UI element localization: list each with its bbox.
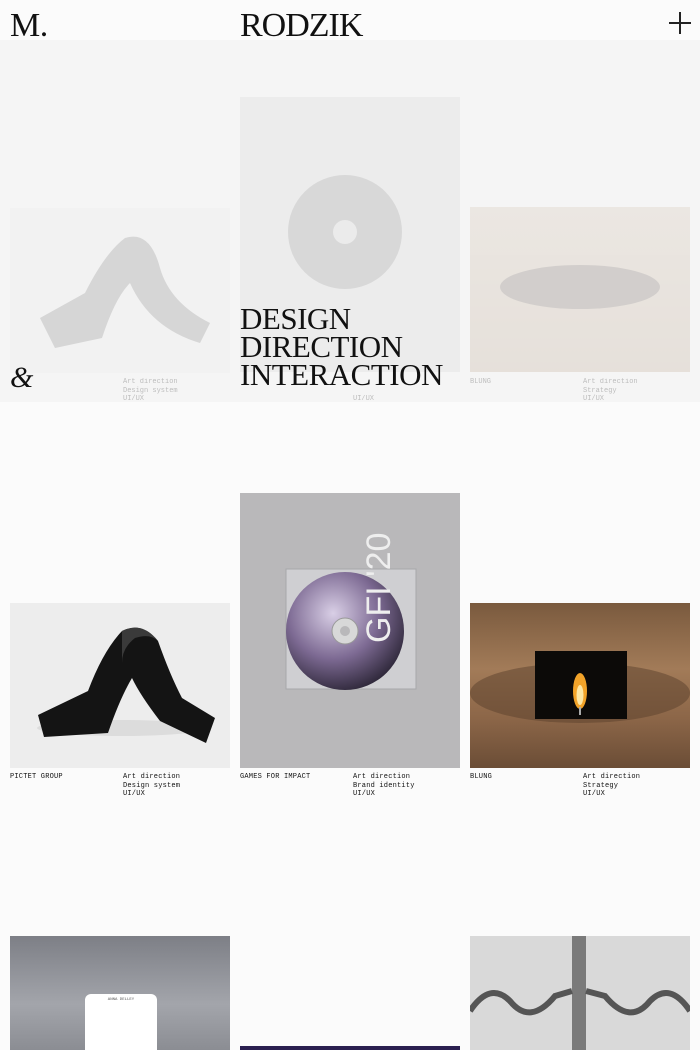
dark-image[interactable]	[240, 1046, 460, 1050]
project-client[interactable]: BLUNG	[470, 773, 492, 782]
project-roles: Art direction Design system UI/UX	[123, 773, 181, 798]
eye-candle-image[interactable]	[470, 603, 690, 768]
cd-image[interactable]: GFI '20	[240, 493, 460, 768]
ghost-meta-1: Art direction Design system UI/UX	[123, 378, 178, 403]
ampersand-glyph: &	[10, 361, 34, 394]
tagline-line-interaction: INTERACTION	[240, 357, 443, 392]
project-card-dark[interactable]	[240, 1046, 460, 1050]
project-roles: Art direction Strategy UI/UX	[583, 773, 641, 798]
site-title[interactable]: RODZIK	[240, 8, 363, 44]
phone-screen-label: ANNA DELLEY	[107, 998, 135, 1002]
ghost-sculpture-image	[10, 208, 230, 373]
project-card-blung[interactable]: BLUNG Art direction Strategy UI/UX	[470, 603, 690, 798]
project-client[interactable]: PICTET GROUP	[10, 773, 63, 782]
ghost-meta-3: BLUNG	[470, 378, 492, 386]
cd-label-text: GFI '20	[360, 533, 398, 643]
metal-sculpture-image[interactable]	[470, 936, 690, 1050]
project-card-games-for-impact[interactable]: GFI '20 GAMES FOR IMPACT Art direction B…	[240, 493, 460, 798]
phone-screen: ANNA DELLEY	[85, 994, 157, 1050]
ghost-meta-2: UI/UX	[353, 395, 375, 403]
logo-mark[interactable]: M.	[10, 8, 48, 44]
sculpture-image[interactable]	[10, 603, 230, 768]
project-card-phone[interactable]: ANNA DELLEY	[10, 936, 230, 1050]
project-client[interactable]: GAMES FOR IMPACT	[240, 773, 310, 782]
plus-icon[interactable]	[669, 12, 691, 34]
project-card-metal[interactable]	[470, 936, 690, 1050]
tagline: DESIGN DIRECTION INTERACTION	[240, 303, 443, 392]
project-roles: Art direction Brand identity UI/UX	[353, 773, 415, 798]
phone-image[interactable]: ANNA DELLEY	[10, 936, 230, 1050]
ghost-eye-image	[470, 207, 690, 372]
ghost-meta-4: Art direction Strategy UI/UX	[583, 378, 638, 403]
project-card-pictet[interactable]: PICTET GROUP Art direction Design system…	[10, 603, 230, 798]
